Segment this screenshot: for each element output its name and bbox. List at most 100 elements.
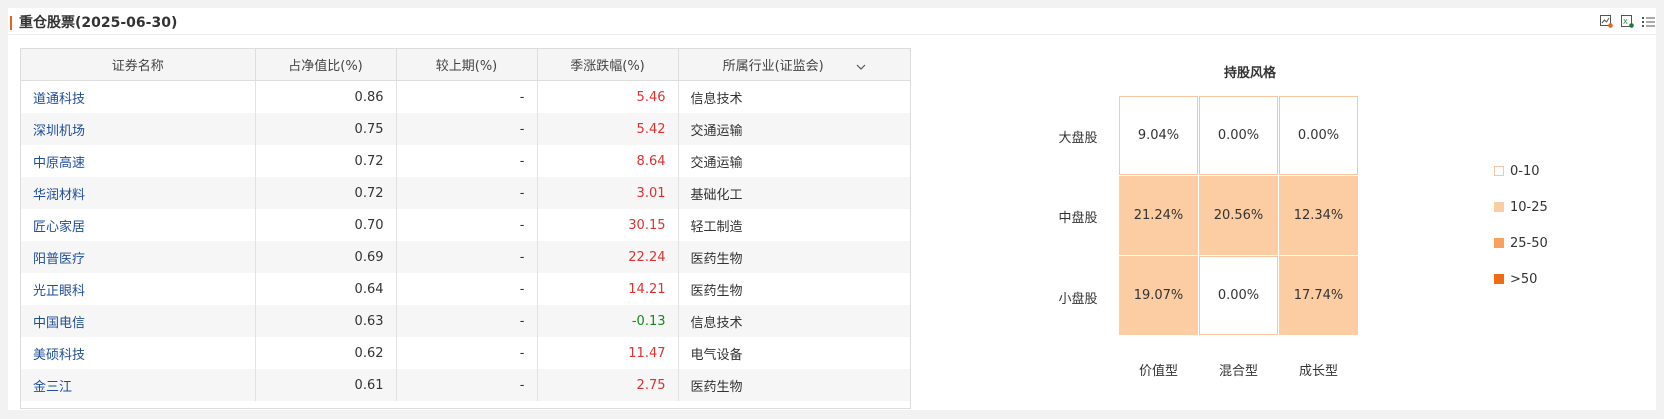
ratio-cell: 0.75 [255, 113, 397, 145]
style-cell: 0.00% [1199, 256, 1278, 335]
table-row: 金三江 0.61 - 2.75 医药生物 [21, 369, 910, 401]
industry-cell: 交通运输 [678, 113, 910, 145]
ratio-cell: 0.64 [255, 273, 397, 305]
industry-header-label: 所属行业(证监会) [722, 59, 824, 74]
panel-header: 重仓股票(2025-06-30) X [8, 8, 1656, 35]
change-cell: - [396, 369, 538, 401]
ratio-cell: 0.63 [255, 305, 397, 337]
style-cell: 12.34% [1279, 176, 1358, 255]
ratio-cell: 0.72 [255, 145, 397, 177]
stock-name-link[interactable]: 光正眼科 [33, 284, 85, 299]
stock-name-cell: 阳普医疗 [21, 241, 256, 273]
style-cell: 17.74% [1279, 256, 1358, 335]
col-header-change[interactable]: 较上期(%) [396, 49, 538, 81]
change-cell: - [396, 177, 538, 209]
row-label-small-cap: 小盘股 [1058, 292, 1098, 307]
quarter-change-cell: 30.15 [537, 209, 679, 241]
industry-cell: 基础化工 [678, 177, 910, 209]
ratio-cell: 0.62 [255, 337, 397, 369]
stock-name-link[interactable]: 道通科技 [33, 92, 85, 107]
stock-name-cell: 中国电信 [21, 305, 256, 337]
ratio-cell: 0.69 [255, 241, 397, 273]
style-cell: 21.24% [1119, 176, 1198, 255]
table-row: 华润材料 0.72 - 3.01 基础化工 [21, 177, 910, 209]
table-header-row: 证券名称 占净值比(%) 较上期(%) 季涨跌幅(%) 所属行业(证监会) [21, 49, 910, 81]
quarter-change-cell: 14.21 [537, 273, 679, 305]
stock-name-cell: 深圳机场 [21, 113, 256, 145]
col-label-growth: 成长型 [1298, 364, 1338, 379]
quarter-change-cell: 5.42 [537, 113, 679, 145]
stock-name-cell: 美硕科技 [21, 337, 256, 369]
style-cell: 0.00% [1279, 96, 1358, 175]
stock-name-link[interactable]: 中国电信 [33, 316, 85, 331]
industry-cell: 医药生物 [678, 369, 910, 401]
industry-cell: 医药生物 [678, 241, 910, 273]
industry-cell: 信息技术 [678, 305, 910, 337]
legend-label: 0-10 [1510, 164, 1540, 179]
change-cell: - [396, 145, 538, 177]
table-row: 光正眼科 0.64 - 14.21 医药生物 [21, 273, 910, 305]
title-accent-bar [10, 16, 12, 30]
legend-item-0-10: 0-10 [1494, 164, 1540, 179]
stock-name-link[interactable]: 阳普医疗 [33, 252, 85, 267]
panel-title: 重仓股票(2025-06-30) [19, 15, 178, 31]
change-cell: - [396, 305, 538, 337]
industry-cell: 信息技术 [690, 91, 743, 107]
style-cell: 0.00% [1199, 96, 1278, 175]
quarter-change-cell: 5.46 [537, 80, 679, 113]
legend-item-over-50: >50 [1494, 272, 1538, 287]
ratio-cell: 0.61 [255, 369, 397, 401]
export-excel-icon[interactable]: X [1621, 15, 1634, 28]
svg-text:X: X [1623, 18, 1628, 26]
stock-name-cell: 匠心家居 [21, 209, 256, 241]
quarter-change-cell: 22.24 [537, 241, 679, 273]
stock-name-link[interactable]: 华润材料 [33, 188, 85, 203]
col-header-name[interactable]: 证券名称 [21, 49, 256, 81]
stock-name-link[interactable]: 金三江 [33, 380, 72, 395]
quarter-change-cell: 2.75 [537, 369, 679, 401]
col-header-quarter[interactable]: 季涨跌幅(%) [537, 49, 679, 81]
table-row: 深圳机场 0.75 - 5.42 交通运输 [21, 113, 910, 145]
stock-name-cell: 道通科技 [21, 80, 256, 113]
menu-list-icon[interactable] [1642, 15, 1655, 28]
col-label-value: 价值型 [1138, 364, 1178, 379]
chevron-down-icon[interactable] [856, 59, 866, 74]
table-row: 美硕科技 0.62 - 11.47 电气设备 [21, 337, 910, 369]
quarter-change-cell: 3.01 [537, 177, 679, 209]
change-cell: - [396, 337, 538, 369]
style-cell: 9.04% [1119, 96, 1198, 175]
stock-name-link[interactable]: 美硕科技 [33, 348, 85, 363]
legend-swatch [1494, 274, 1504, 284]
legend-swatch [1494, 166, 1504, 176]
table-row: 中国电信 0.63 - -0.13 信息技术 [21, 305, 910, 337]
holdings-table: 证券名称 占净值比(%) 较上期(%) 季涨跌幅(%) 所属行业(证监会) 道通… [20, 48, 911, 409]
legend-item-10-25: 10-25 [1494, 200, 1548, 215]
stock-name-cell: 华润材料 [21, 177, 256, 209]
ratio-cell: 0.86 [255, 80, 397, 113]
holdings-panel: 重仓股票(2025-06-30) X 证券名称 占净值比(%) 较上期(%) 季… [8, 8, 1656, 410]
stock-name-link[interactable]: 中原高速 [33, 156, 85, 171]
stock-name-cell: 金三江 [21, 369, 256, 401]
quarter-change-cell: 8.64 [537, 145, 679, 177]
legend-label: 10-25 [1510, 200, 1548, 215]
industry-cell: 电气设备 [690, 347, 743, 363]
stock-name-link[interactable]: 深圳机场 [33, 124, 85, 139]
legend-item-25-50: 25-50 [1494, 236, 1548, 251]
row-label-mid-cap: 中盘股 [1058, 211, 1098, 226]
stock-name-cell: 光正眼科 [21, 273, 256, 305]
col-header-industry[interactable]: 所属行业(证监会) [678, 49, 910, 81]
col-header-ratio[interactable]: 占净值比(%) [255, 49, 397, 81]
table-row: 匠心家居 0.70 - 30.15 轻工制造 [21, 209, 910, 241]
change-cell: - [396, 113, 538, 145]
stock-name-link[interactable]: 匠心家居 [33, 220, 85, 235]
ratio-cell: 0.70 [255, 209, 397, 241]
legend-label: >50 [1510, 272, 1538, 287]
style-cell: 19.07% [1119, 256, 1198, 335]
chart-settings-icon[interactable] [1600, 15, 1613, 28]
quarter-change-cell: 11.47 [537, 337, 679, 369]
quarter-change-cell: -0.13 [537, 305, 679, 337]
change-cell: - [396, 80, 538, 113]
style-cell: 20.56% [1199, 176, 1278, 255]
table-row: 阳普医疗 0.69 - 22.24 医药生物 [21, 241, 910, 273]
table-row: 道通科技 0.86 - 5.46 信息技术 [21, 80, 910, 113]
